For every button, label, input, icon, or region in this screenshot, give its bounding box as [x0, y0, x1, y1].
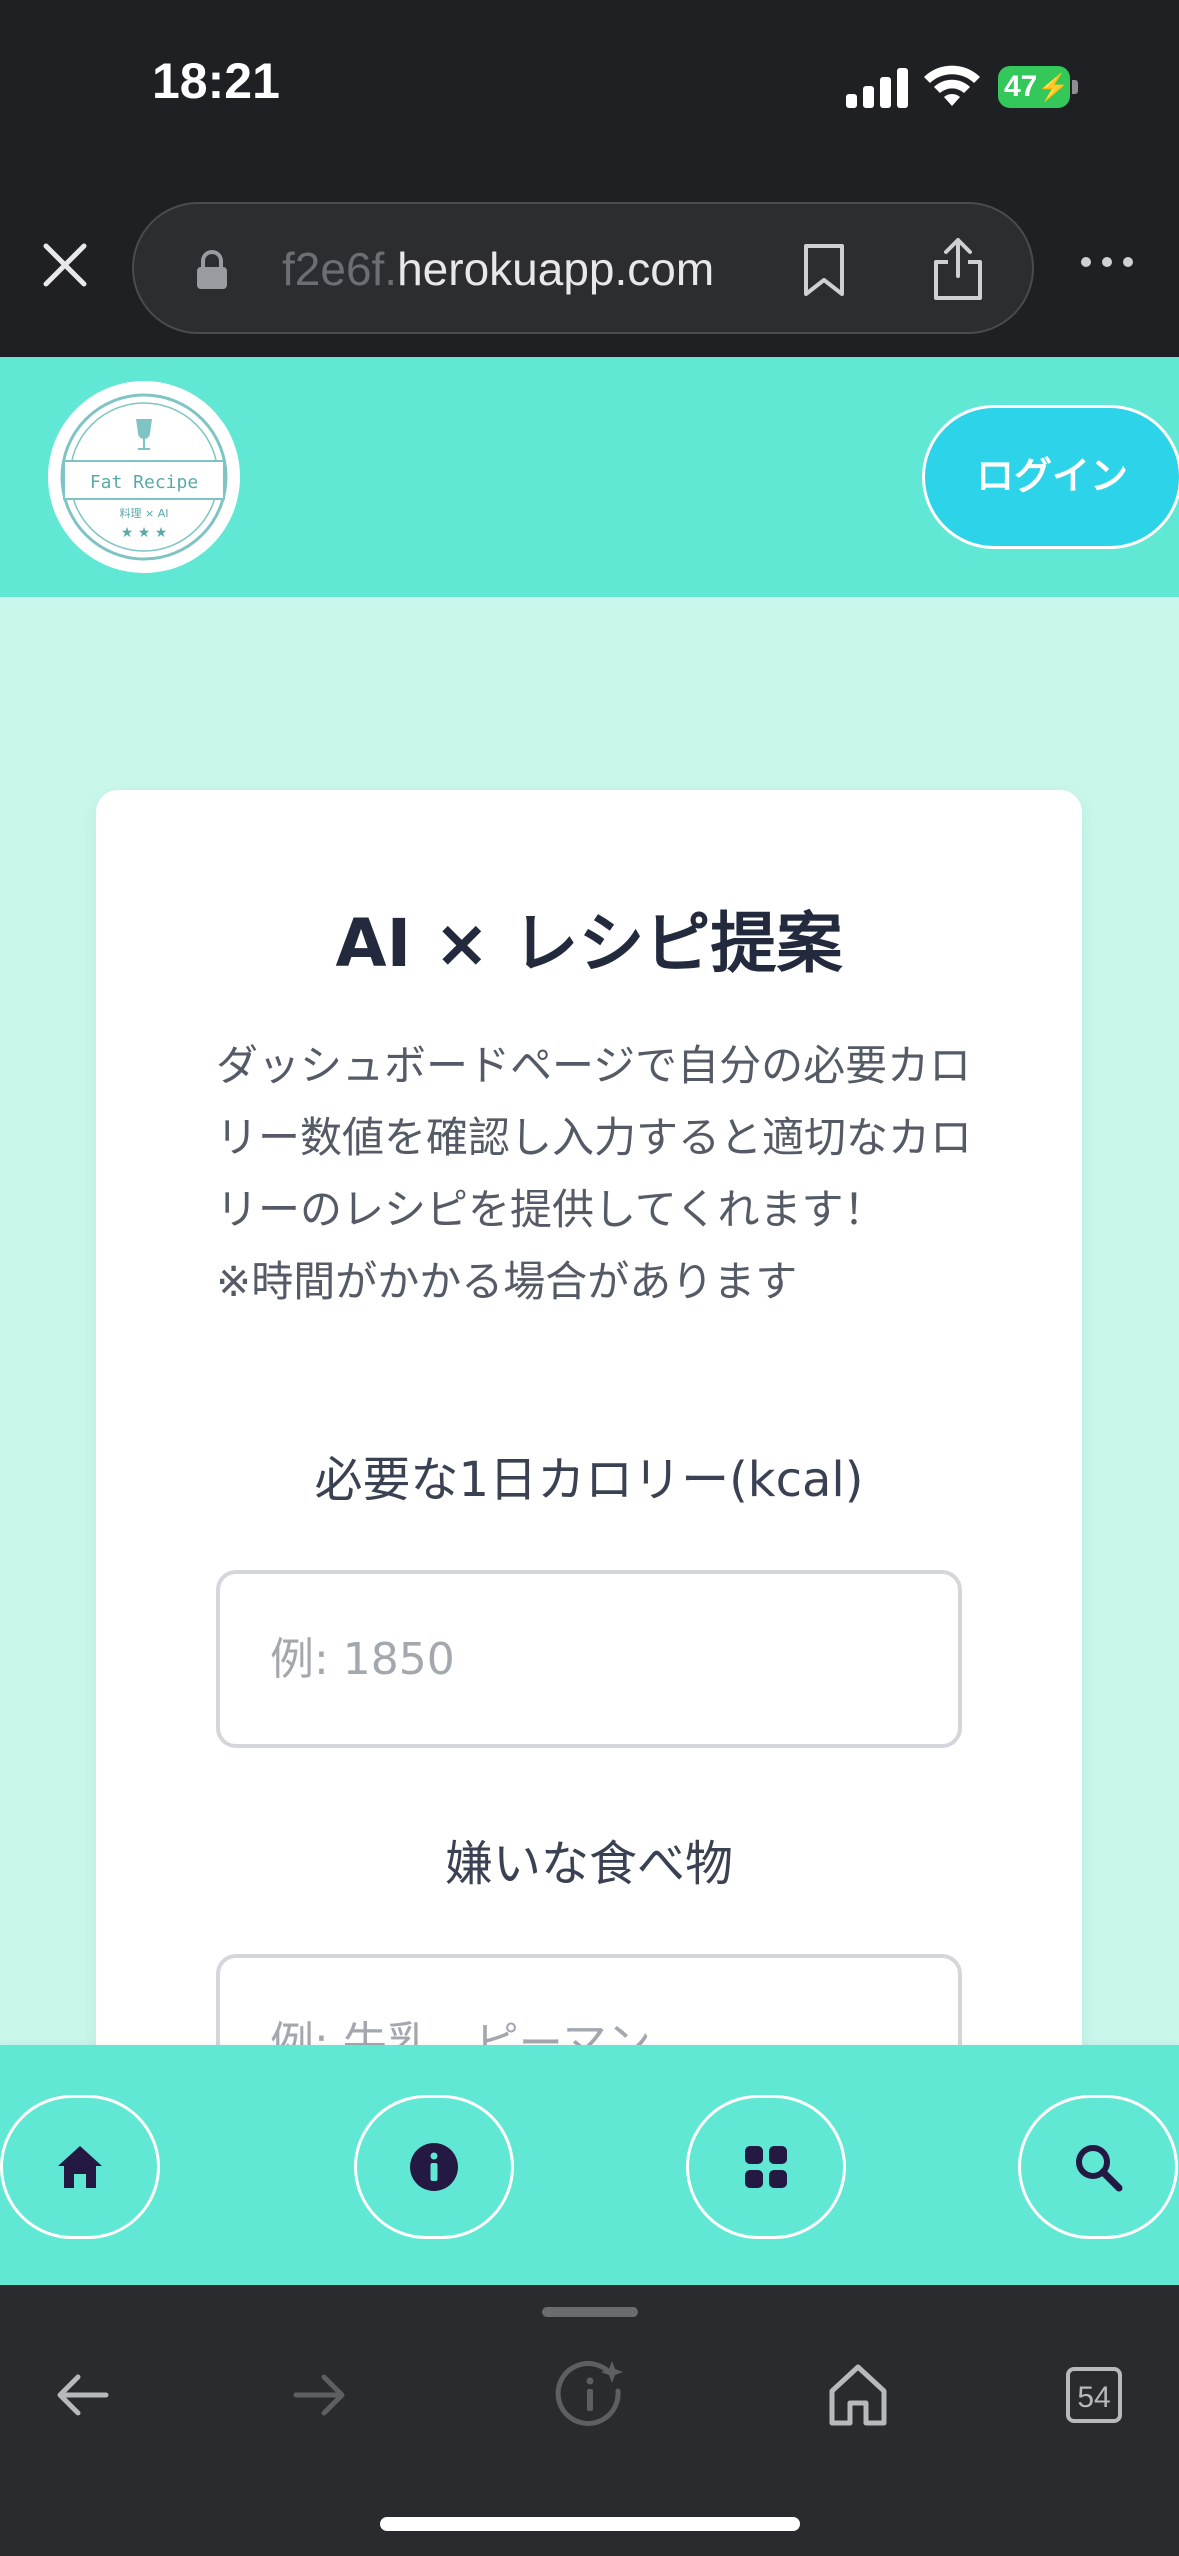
dislike-label: 嫌いな食べ物 — [444, 1836, 733, 1892]
nav-search-button[interactable] — [1018, 2095, 1178, 2239]
tabs-icon: 54 — [1066, 2367, 1122, 2423]
nav-grid-button[interactable] — [686, 2095, 846, 2239]
search-icon — [1076, 2145, 1123, 2192]
home-indicator — [380, 2517, 800, 2531]
wifi-icon — [924, 65, 980, 106]
home-icon — [58, 2146, 102, 2188]
tabs-button[interactable]: 54 — [1054, 2355, 1134, 2435]
battery-icon: 47⚡ — [998, 66, 1078, 108]
close-tab-icon[interactable] — [38, 238, 92, 292]
ai-info-icon[interactable] — [550, 2355, 630, 2435]
bookmark-icon[interactable] — [802, 242, 846, 298]
browser-toolbar: 54 — [0, 2285, 1179, 2556]
lock-icon — [197, 250, 227, 289]
nav-info-button[interactable] — [354, 2095, 514, 2239]
logo-subtitle: 料理 × AI — [120, 506, 169, 520]
info-icon — [410, 2143, 458, 2191]
status-bar: 18:21 47⚡ — [0, 0, 1179, 180]
url-field[interactable]: f2e6f.herokuapp.com — [132, 202, 1034, 334]
more-options-icon[interactable] — [1078, 252, 1136, 272]
back-arrow-icon[interactable] — [42, 2355, 122, 2435]
home-icon[interactable] — [818, 2355, 898, 2435]
tab-count: 54 — [1077, 2381, 1110, 2414]
url-text: f2e6f.herokuapp.com — [282, 243, 715, 295]
cellular-signal-icon — [846, 68, 908, 108]
battery-level: 47 — [1004, 70, 1038, 103]
svg-text:★ ★ ★: ★ ★ ★ — [121, 525, 168, 541]
status-time: 18:21 — [152, 53, 280, 109]
description-text: ダッシュボードページで自分の必要カロリー数値を確認し入力すると適切なカロリーのレ… — [216, 1041, 973, 1234]
calorie-label: 必要な1日カロリー(kcal) — [314, 1452, 864, 1508]
share-icon[interactable] — [930, 236, 986, 302]
fat-recipe-logo[interactable]: Fat Recipe 料理 × AI ★ ★ ★ — [48, 381, 240, 573]
login-button[interactable]: ログイン — [922, 405, 1179, 549]
sheet-grabber[interactable] — [542, 2307, 638, 2317]
card-title: AI × レシピ提案 — [335, 905, 843, 982]
grid-icon — [745, 2146, 787, 2188]
nav-home-button[interactable] — [0, 2095, 160, 2239]
bottom-nav — [0, 2045, 1179, 2285]
recipe-suggestion-card: AI × レシピ提案 ダッシュボードページで自分の必要カロリー数値を確認し入力す… — [96, 790, 1082, 2190]
calorie-input[interactable] — [216, 1570, 962, 1748]
logo-emblem: Fat Recipe 料理 × AI ★ ★ ★ — [60, 393, 228, 561]
app-header: Fat Recipe 料理 × AI ★ ★ ★ ログイン — [0, 357, 1179, 597]
forward-arrow-icon[interactable] — [280, 2355, 360, 2435]
logo-title: Fat Recipe — [90, 472, 198, 493]
card-description: ダッシュボードページで自分の必要カロリー数値を確認し入力すると適切なカロリーのレ… — [216, 1030, 976, 1318]
note-text: ※時間がかかる場合があります — [216, 1257, 798, 1306]
browser-address-bar: f2e6f.herokuapp.com — [0, 180, 1179, 357]
